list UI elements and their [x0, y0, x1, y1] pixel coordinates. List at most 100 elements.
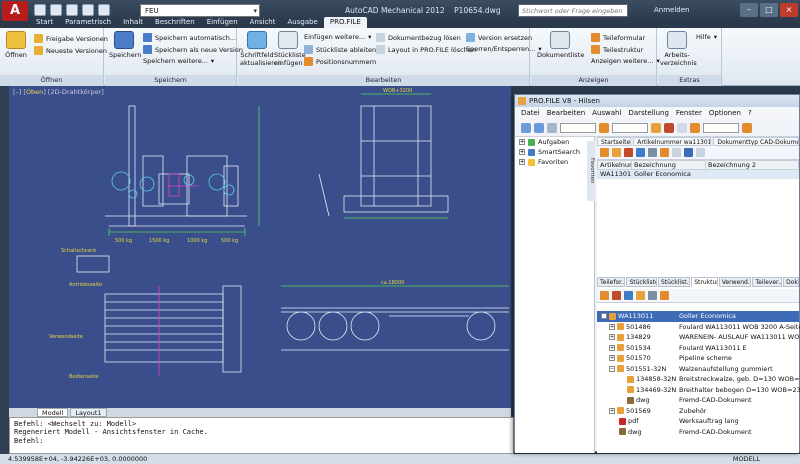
open-button[interactable]: Öffnen: [4, 31, 28, 59]
tab-dok[interactable]: Dok: [783, 277, 799, 287]
nav-aufgaben[interactable]: + Aufgaben: [515, 137, 594, 147]
freigabe-versionen-button[interactable]: Freigabe Versionen: [34, 34, 108, 43]
command-window[interactable]: Befehl: <Wechselt zu: Modell> Regenerier…: [9, 417, 514, 454]
speichern-automatisch-button[interactable]: Speichern automatisch...: [143, 33, 236, 42]
menu-darstellung[interactable]: Darstellung: [628, 107, 668, 119]
tab-parametrisch[interactable]: Parametrisch: [59, 17, 117, 28]
tab-struktur[interactable]: Struktur: [691, 277, 718, 287]
part-icon[interactable]: [600, 291, 609, 300]
search-field[interactable]: [703, 122, 739, 133]
redo-icon[interactable]: [98, 4, 110, 16]
part-icon[interactable]: [651, 122, 661, 133]
filter-icon[interactable]: [660, 291, 669, 300]
column-header[interactable]: Bezeichnung 2: [705, 160, 799, 170]
schriftfeld-button[interactable]: Schriftfeld aktualisieren: [240, 31, 282, 67]
autocad-logo-icon[interactable]: A: [2, 1, 28, 21]
tab-inhalt[interactable]: Inhalt: [117, 17, 149, 28]
edit-icon[interactable]: [612, 291, 621, 300]
drawing-canvas[interactable]: [–] [Oben] [2D-Drahtkörper] 500 kg 1500 …: [9, 86, 511, 408]
expand-icon[interactable]: +: [609, 323, 615, 330]
tool-icon[interactable]: [660, 148, 669, 157]
find-icon[interactable]: [742, 122, 752, 133]
breadcrumb-dokumenttyp[interactable]: Dokumenttyp CAD-Dokumen: [713, 137, 800, 146]
part-icon[interactable]: [600, 148, 609, 157]
tool-icon[interactable]: [690, 122, 700, 133]
close-button[interactable]: ×: [780, 3, 798, 17]
collapse-icon[interactable]: −: [601, 313, 607, 319]
expand-icon[interactable]: +: [519, 139, 525, 145]
menu-help[interactable]: ?: [748, 107, 752, 119]
stueckliste-einfuegen-button[interactable]: Stückliste einfügen: [274, 31, 306, 67]
version-ersetzen-button[interactable]: Version ersetzen: [466, 33, 532, 42]
tab-start[interactable]: Start: [30, 17, 59, 28]
menu-optionen[interactable]: Optionen: [709, 107, 741, 119]
teileformular-button[interactable]: Teileformular: [591, 33, 645, 42]
tab-profile[interactable]: PRO.FILE: [323, 17, 367, 28]
layout-loeschen-button[interactable]: Layout in PRO.FILE löschen: [376, 45, 476, 54]
quick-search-input[interactable]: [560, 122, 596, 133]
collapse-all-icon[interactable]: [648, 291, 657, 300]
breadcrumb-artikelnummer[interactable]: Artikelnummer wa113011: [633, 137, 712, 146]
anzeigen-weitere-button[interactable]: Anzeigen weitere... ▾: [591, 57, 660, 65]
edit-icon[interactable]: [624, 148, 633, 157]
document-icon[interactable]: [664, 122, 674, 133]
expand-icon[interactable]: +: [609, 407, 615, 414]
workspace-select[interactable]: FEU ▾: [140, 4, 260, 17]
tree-row[interactable]: − WA113011 Goller Economica: [597, 311, 799, 322]
tree-row[interactable]: pdf Werksauftrag lang: [597, 416, 799, 427]
maximize-button[interactable]: □: [760, 3, 778, 17]
dokumentliste-button[interactable]: Dokumentliste: [537, 31, 584, 59]
undo-icon[interactable]: [82, 4, 94, 16]
tab-einfuegen[interactable]: Einfügen: [201, 17, 244, 28]
expand-icon[interactable]: +: [609, 334, 615, 340]
tree-row[interactable]: +501570 Pipeline scheme: [597, 353, 799, 364]
positionsnummern-button[interactable]: Positionsnummern: [304, 57, 376, 66]
open-icon[interactable]: [50, 4, 62, 16]
expand-icon[interactable]: +: [609, 355, 615, 361]
tab-ausgabe[interactable]: Ausgabe: [282, 17, 324, 28]
home-icon[interactable]: [547, 122, 557, 133]
refresh-icon[interactable]: [636, 148, 645, 157]
tree-row[interactable]: +501486 Foulard WA113011 WOB 3200 A-Seite…: [597, 322, 800, 333]
tree-row[interactable]: dwg Fremd-CAD-Dokument: [597, 395, 799, 406]
tree-row[interactable]: +501569 Zubehör: [597, 406, 799, 417]
filter-input[interactable]: [612, 122, 648, 133]
dokumentbezug-loesen-button[interactable]: Dokumentbezug lösen: [376, 33, 461, 42]
table-row[interactable]: WA113011 Goller Economica: [597, 169, 799, 179]
tree-row[interactable]: 134858-32N Breitstreckwalze, geb. D=130 W…: [597, 374, 800, 385]
save-button[interactable]: Speichern: [109, 31, 141, 59]
forward-icon[interactable]: [534, 122, 544, 133]
grid-view-icon[interactable]: [684, 148, 693, 157]
viewport-controls[interactable]: [–] [Oben] [2D-Drahtkörper]: [13, 88, 104, 96]
new-part-icon[interactable]: [612, 148, 621, 157]
tree-row[interactable]: +134829 WARENEIN- AUSLAUF WA113011 WOB=32…: [597, 332, 800, 343]
login-link[interactable]: Anmelden: [654, 6, 689, 14]
stueckliste-ableiten-button[interactable]: Stückliste ableiten: [304, 45, 376, 54]
favorites-side-tab[interactable]: Favoriten: [587, 141, 595, 201]
search-icon[interactable]: [599, 122, 609, 133]
back-icon[interactable]: [521, 122, 531, 133]
expand-icon[interactable]: +: [519, 159, 525, 165]
copy-icon[interactable]: [648, 148, 657, 157]
tree-row[interactable]: +501534 Foulard WA113011 E: [597, 343, 799, 354]
teilestruktur-button[interactable]: Teilestruktur: [591, 45, 643, 54]
view-icon[interactable]: [672, 148, 681, 157]
tab-teileformular[interactable]: Teilefor...: [597, 277, 626, 287]
tab-stueckliste2[interactable]: Stücklist...: [658, 277, 691, 287]
command-prompt[interactable]: Befehl:: [14, 437, 509, 445]
menu-auswahl[interactable]: Auswahl: [592, 107, 621, 119]
expand-icon[interactable]: +: [609, 344, 615, 351]
print-icon[interactable]: [677, 122, 687, 133]
arbeitsverzeichnis-button[interactable]: Arbeits-verzeichnis: [660, 31, 697, 67]
column-header[interactable]: Artikelnum: [597, 160, 632, 170]
neueste-versionen-button[interactable]: Neueste Versionen: [34, 46, 107, 55]
breadcrumb-startseite[interactable]: Startseite: [597, 137, 632, 146]
new-icon[interactable]: [34, 4, 46, 16]
tab-beschriften[interactable]: Beschriften: [149, 17, 201, 28]
menu-fenster[interactable]: Fenster: [676, 107, 702, 119]
minimize-button[interactable]: –: [740, 3, 758, 17]
tree-row[interactable]: dwg Fremd-CAD-Dokument: [597, 427, 799, 438]
save-icon[interactable]: [66, 4, 78, 16]
menu-bearbeiten[interactable]: Bearbeiten: [547, 107, 585, 119]
refresh-icon[interactable]: [624, 291, 633, 300]
